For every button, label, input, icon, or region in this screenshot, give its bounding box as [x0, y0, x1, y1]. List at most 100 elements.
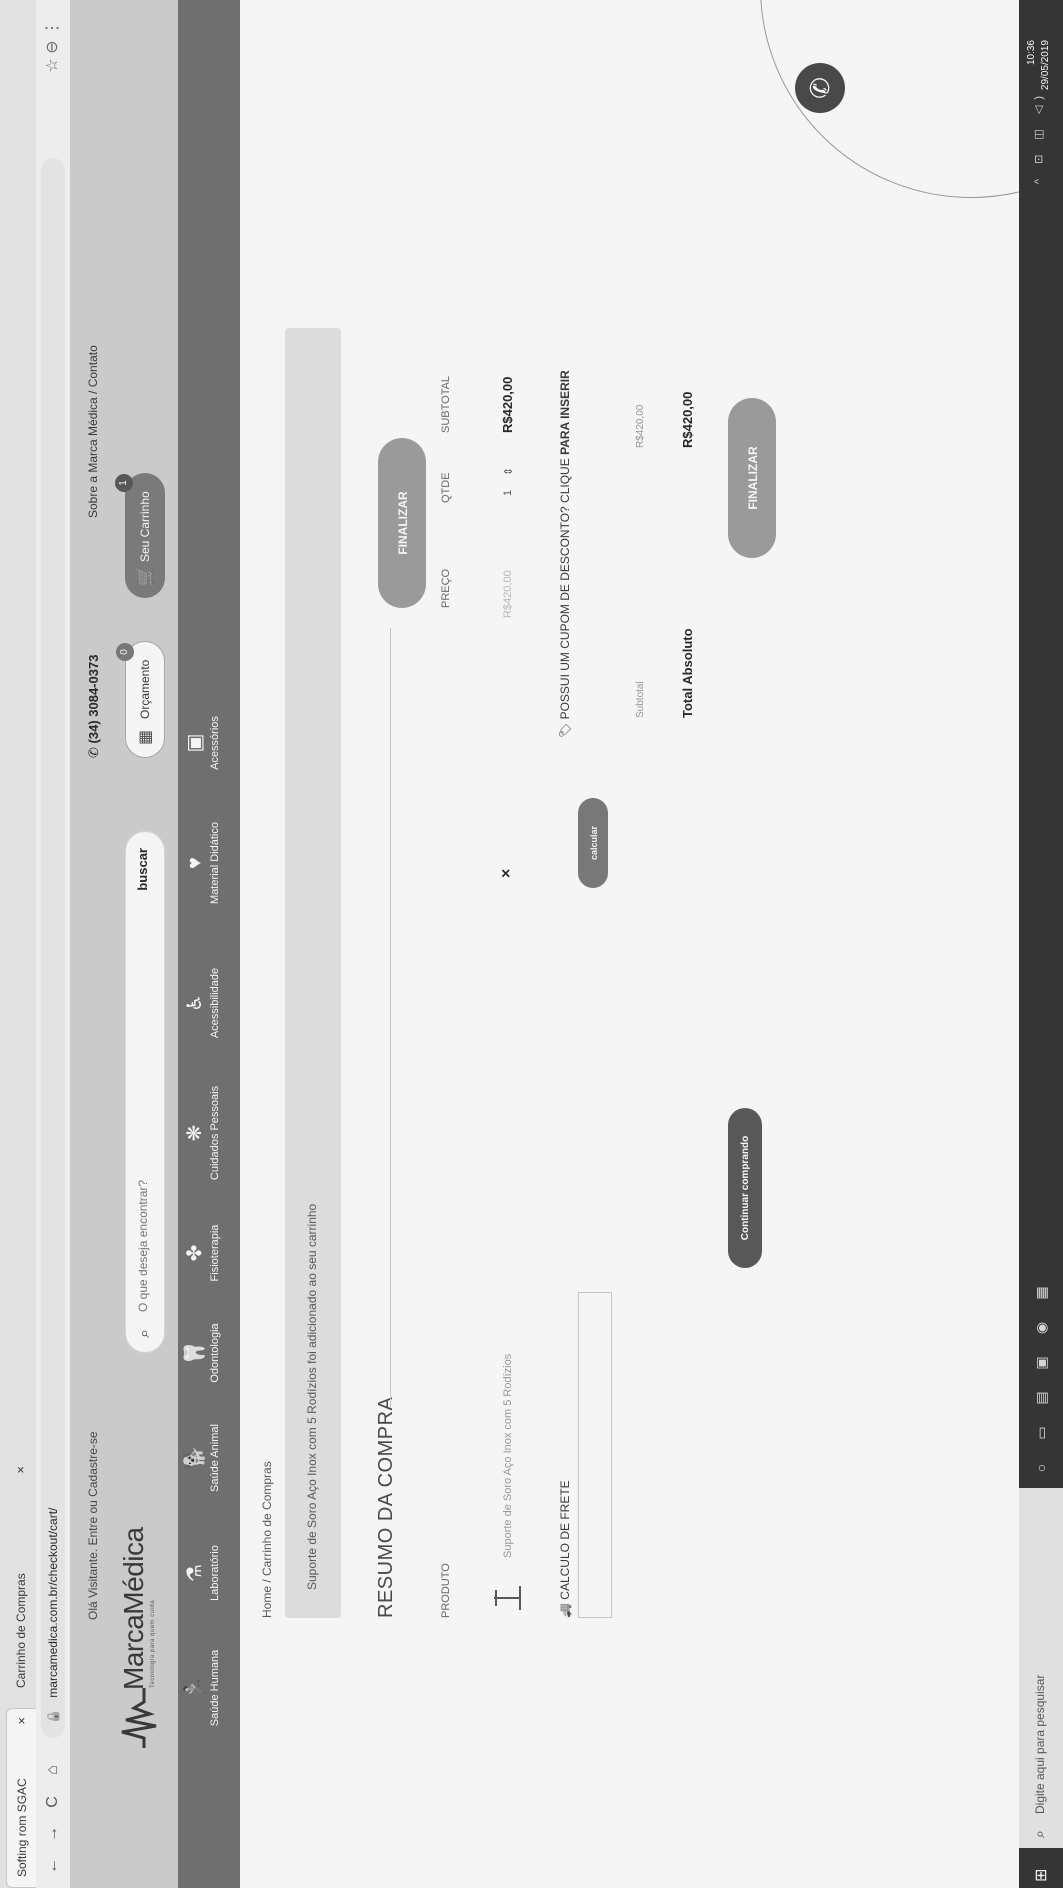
orcamento-count-badge: 0	[116, 643, 134, 661]
messenger-chat-icon[interactable]: ✆	[795, 63, 845, 113]
url-text: marcamedica.com.br/checkout/cart/	[46, 1507, 60, 1698]
windows-start-icon[interactable]: ⊞	[1031, 1869, 1051, 1882]
tab-label: Carrinho de Compras	[14, 1573, 28, 1688]
cortana-icon[interactable]: ○	[1031, 1458, 1051, 1478]
header-qtde: QTDE	[440, 472, 452, 503]
category-laboratorio[interactable]: ⚗ Laboratório	[182, 1518, 222, 1628]
accessories-icon: ▣	[184, 733, 206, 753]
physio-icon: ✤	[184, 1244, 206, 1262]
category-label: Saúde Animal	[209, 1424, 221, 1492]
search-box: ⌕ buscar	[125, 831, 165, 1353]
windows-taskbar: ⊞ ⌕ Digite aqui para pesquisar ○ ▭ ▤ ▣ ◉…	[1019, 0, 1063, 1888]
cart-button[interactable]: 🛒 Seu Carrinho 1	[115, 473, 165, 598]
category-label: Material Didático	[209, 822, 221, 904]
product-name[interactable]: Suporte de Soro Aço Inox com 5 Rodízios	[502, 1354, 514, 1558]
search-icon[interactable]: ⌕	[136, 1329, 154, 1338]
summary-divider	[390, 628, 391, 1408]
orcamento-button[interactable]: ▦ Orçamento 0	[116, 641, 165, 758]
category-label: Odontologia	[209, 1323, 221, 1383]
category-label: Acessórios	[209, 716, 221, 770]
orcamento-label: Orçamento	[138, 659, 152, 719]
breadcrumb[interactable]: Home / Carrinho de Compras	[260, 1461, 274, 1618]
forward-icon[interactable]: →	[43, 1824, 63, 1844]
phone-text: (34) 3084-0373	[86, 654, 101, 744]
category-acessibilidade[interactable]: ♿ Acessibilidade	[182, 948, 222, 1058]
site-logo[interactable]: MarcaMédica Tecnologia para quem cuida	[110, 1527, 170, 1748]
wheelchair-icon: ♿	[184, 994, 206, 1012]
category-material-didatico[interactable]: ♥ Material Didático	[182, 808, 222, 918]
heartbeat-logo-icon	[121, 1688, 157, 1748]
back-icon[interactable]: ←	[43, 1856, 63, 1876]
office-icon[interactable]: ▦	[1031, 1283, 1051, 1303]
system-tray-icons[interactable]: ^ ⊡ ◫ ◁)	[1032, 90, 1045, 184]
category-acessorios[interactable]: ▣ Acessórios	[182, 688, 222, 798]
qty-stepper-icon[interactable]: ⇕	[502, 467, 515, 476]
logo-tagline: Tecnologia para quem cuida	[150, 1599, 156, 1688]
tooth-icon: 🦷	[184, 1340, 206, 1366]
rotated-screen: Softing rom SGAC × Carrinho de Compras ×…	[0, 0, 1063, 1888]
lock-icon: 🔒	[46, 1709, 60, 1724]
finalizar-button-top[interactable]: FINALIZAR	[378, 438, 426, 608]
task-view-icon[interactable]: ▭	[1031, 1423, 1051, 1443]
search-button[interactable]: buscar	[134, 842, 151, 897]
url-field[interactable]: 🔒 marcamedica.com.br/checkout/cart/	[41, 158, 65, 1738]
about-contact-link[interactable]: Sobre a Marca Médica / Contato	[86, 345, 100, 518]
cart-table-header: PRODUTO PREÇO QTDE SUBTOTAL	[440, 376, 460, 1618]
calculator-icon: ▦	[137, 729, 154, 745]
chrome-icon[interactable]: ◉	[1031, 1318, 1051, 1338]
close-tab-icon[interactable]: ×	[7, 1717, 37, 1725]
total-label: Total Absoluto	[680, 628, 695, 718]
welcome-text[interactable]: Olá Visitante. Entre ou Cadastre-se	[86, 1431, 100, 1620]
frete-section: 🚚 CALCULO DE FRETE	[558, 1480, 572, 1618]
cart-count-badge: 1	[115, 474, 133, 492]
category-saude-humana[interactable]: 🏃 Saúde Humana	[182, 1633, 222, 1743]
cupom-insert-link[interactable]: PARA INSERIR	[558, 370, 572, 455]
tag-icon: 🏷	[558, 722, 572, 738]
remove-item-icon[interactable]: ×	[498, 869, 516, 878]
clock-time: 10:36	[1026, 40, 1037, 66]
file-explorer-icon[interactable]: ▤	[1031, 1388, 1051, 1408]
category-label: Saúde Humana	[209, 1649, 221, 1727]
browser-tab-1[interactable]: Softing rom SGAC ×	[6, 1708, 36, 1888]
home-icon[interactable]: ⌂	[43, 1760, 63, 1780]
category-odontologia[interactable]: 🦷 Odontologia	[182, 1298, 222, 1408]
cupom-text: POSSUI UM CUPOM DE DESCONTO? CLIQUE	[558, 454, 572, 720]
subtotal-value: R$420,00	[635, 404, 646, 448]
calcular-frete-button[interactable]: calcular	[578, 798, 608, 888]
taskbar-clock[interactable]: 10:36 29/05/2019	[1025, 40, 1053, 90]
category-nav: 🏃 Saúde Humana ⚗ Laboratório 🐕 Saúde Ani…	[178, 0, 240, 1888]
continue-shopping-button[interactable]: Continuar comprando	[728, 1108, 762, 1268]
cep-input[interactable]	[578, 1292, 612, 1618]
frete-label: CALCULO DE FRETE	[558, 1480, 572, 1600]
taskbar-search[interactable]: ⌕ Digite aqui para pesquisar	[1019, 1488, 1063, 1848]
store-icon[interactable]: ▣	[1031, 1353, 1051, 1373]
whatsapp-icon: ✆	[86, 747, 101, 758]
cart-icon: 🛒	[137, 566, 154, 586]
care-icon: ❋	[184, 1124, 206, 1142]
search-icon: ⌕	[1031, 1830, 1047, 1838]
star-icon[interactable]: ☆ ⊖ ⋮	[42, 20, 62, 73]
summary-title: RESUMO DA COMPRA	[375, 1396, 397, 1618]
alert-text: Suporte de Soro Aço Inox com 5 Rodízios …	[305, 1203, 319, 1590]
category-cuidados-pessoais[interactable]: ❋ Cuidados Pessoais	[182, 1078, 222, 1188]
header-subtotal: SUBTOTAL	[440, 375, 452, 433]
flask-icon: ⚗	[184, 1564, 206, 1582]
cupom-section: 🏷 POSSUI UM CUPOM DE DESCONTO? CLIQUE PA…	[558, 370, 572, 738]
category-saude-animal[interactable]: 🐕 Saúde Animal	[182, 1403, 222, 1513]
truck-icon: 🚚	[558, 1603, 572, 1618]
browser-tab-bar: Softing rom SGAC × Carrinho de Compras ×	[0, 0, 37, 1888]
product-thumbnail[interactable]	[492, 1578, 524, 1618]
item-price: R$420,00	[502, 570, 514, 618]
reload-icon[interactable]: C	[43, 1792, 63, 1812]
taskbar-search-placeholder: Digite aqui para pesquisar	[1033, 1674, 1047, 1814]
cart-label: Seu Carrinho	[138, 491, 152, 562]
close-tab-icon[interactable]: ×	[6, 1466, 36, 1474]
search-input[interactable]	[135, 930, 151, 1314]
item-qty[interactable]: 1	[502, 490, 514, 496]
category-fisioterapia[interactable]: ✤ Fisioterapia	[182, 1198, 222, 1308]
finalizar-button-bottom[interactable]: FINALIZAR	[728, 398, 776, 558]
category-label: Acessibilidade	[209, 967, 221, 1039]
header-preco: PREÇO	[440, 568, 452, 608]
category-label: Cuidados Pessoais	[209, 1085, 221, 1181]
browser-tab-2[interactable]: Carrinho de Compras ×	[6, 1458, 36, 1698]
